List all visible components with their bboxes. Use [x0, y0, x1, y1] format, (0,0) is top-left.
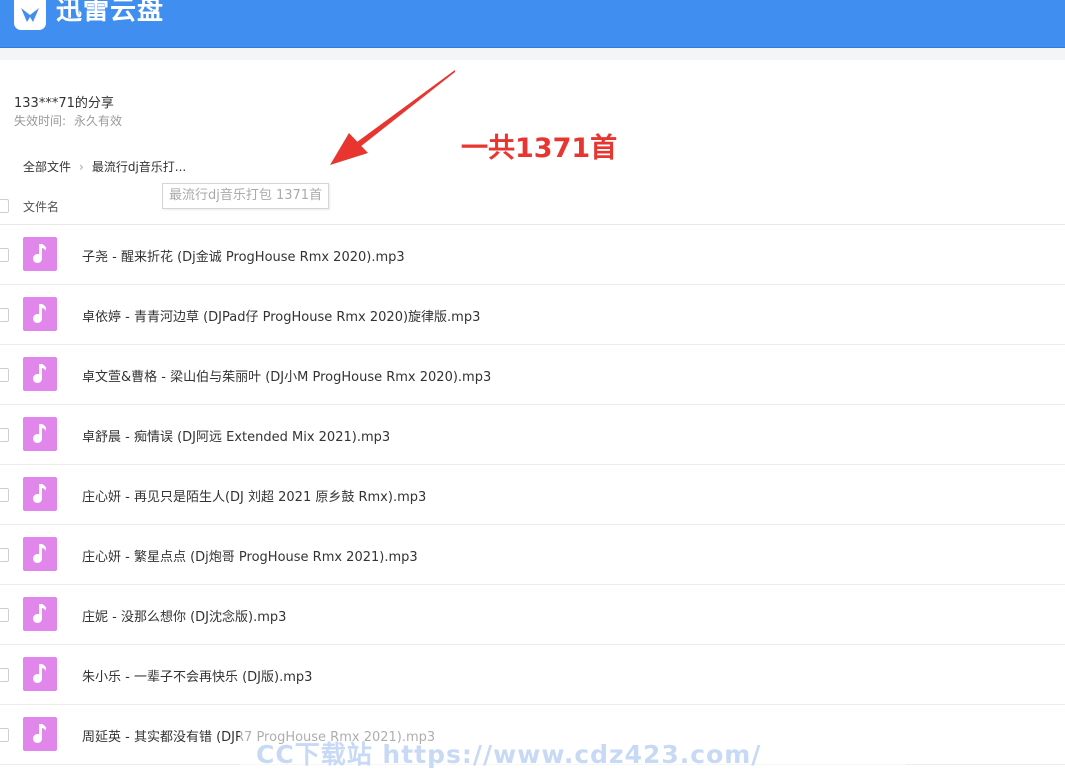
file-row[interactable]: 庄心妍 - 再见只是陌生人(DJ 刘超 2021 原乡鼓 Rmx).mp3 — [0, 465, 1065, 525]
breadcrumb: 全部文件 › 最流行dj音乐打... — [23, 158, 186, 175]
music-file-icon — [23, 237, 57, 271]
music-file-icon — [23, 537, 57, 571]
column-file-name[interactable]: 文件名 — [23, 198, 59, 215]
breadcrumb-root[interactable]: 全部文件 — [23, 158, 71, 175]
file-row[interactable]: 卓文萱&曹格 - 梁山伯与茱丽叶 (DJ小M ProgHouse Rmx 202… — [0, 345, 1065, 405]
file-checkbox[interactable] — [0, 668, 9, 682]
file-list: 子尧 - 醒来折花 (Dj金诚 ProgHouse Rmx 2020).mp3 卓… — [0, 225, 1065, 765]
chevron-right-icon: › — [79, 159, 84, 174]
music-file-icon — [23, 357, 57, 391]
music-file-icon — [23, 417, 57, 451]
file-name[interactable]: 庄心妍 - 再见只是陌生人(DJ 刘超 2021 原乡鼓 Rmx).mp3 — [82, 486, 426, 505]
list-header: 文件名 — [0, 190, 1065, 225]
watermark: CC下载站 https://www.cdz423.com/ — [256, 740, 762, 769]
file-checkbox[interactable] — [0, 548, 9, 562]
file-checkbox[interactable] — [0, 368, 9, 382]
file-name[interactable]: 卓舒晨 - 痴情误 (DJ阿远 Extended Mix 2021).mp3 — [82, 426, 390, 445]
music-file-icon — [23, 717, 57, 751]
file-name[interactable]: 卓依婷 - 青青河边草 (DJPad仔 ProgHouse Rmx 2020)旋… — [82, 306, 480, 325]
file-row[interactable]: 朱小乐 - 一辈子不会再快乐 (DJ版).mp3 — [0, 645, 1065, 705]
file-checkbox[interactable] — [0, 728, 9, 742]
file-name[interactable]: 庄妮 - 没那么想你 (DJ沈念版).mp3 — [82, 606, 286, 625]
file-name[interactable]: 朱小乐 - 一辈子不会再快乐 (DJ版).mp3 — [82, 666, 312, 685]
file-checkbox[interactable] — [0, 248, 9, 262]
folder-name-tooltip: 最流行dj音乐打包 1371首 — [162, 183, 330, 209]
file-name[interactable]: 子尧 - 醒来折花 (Dj金诚 ProgHouse Rmx 2020).mp3 — [82, 246, 405, 265]
music-file-icon — [23, 477, 57, 511]
file-name[interactable]: 卓文萱&曹格 - 梁山伯与茱丽叶 (DJ小M ProgHouse Rmx 202… — [82, 366, 491, 385]
file-name[interactable]: 庄心妍 - 繁星点点 (Dj炮哥 ProgHouse Rmx 2021).mp3 — [82, 546, 418, 565]
file-checkbox[interactable] — [0, 308, 9, 322]
annotation-arrow-icon — [330, 70, 455, 165]
select-all-checkbox[interactable] — [0, 199, 9, 213]
annotation-text: 一共1371首 — [461, 133, 618, 164]
file-row[interactable]: 卓舒晨 - 痴情误 (DJ阿远 Extended Mix 2021).mp3 — [0, 405, 1065, 465]
file-row[interactable]: 卓依婷 - 青青河边草 (DJPad仔 ProgHouse Rmx 2020)旋… — [0, 285, 1065, 345]
music-file-icon — [23, 657, 57, 691]
file-row[interactable]: 庄心妍 - 繁星点点 (Dj炮哥 ProgHouse Rmx 2021).mp3 — [0, 525, 1065, 585]
file-checkbox[interactable] — [0, 488, 9, 502]
file-row[interactable]: 庄妮 - 没那么想你 (DJ沈念版).mp3 — [0, 585, 1065, 645]
music-file-icon — [23, 597, 57, 631]
file-checkbox[interactable] — [0, 608, 9, 622]
file-checkbox[interactable] — [0, 428, 9, 442]
breadcrumb-current: 最流行dj音乐打... — [91, 160, 187, 174]
music-file-icon — [23, 297, 57, 331]
file-row[interactable]: 子尧 - 醒来折花 (Dj金诚 ProgHouse Rmx 2020).mp3 — [0, 225, 1065, 285]
